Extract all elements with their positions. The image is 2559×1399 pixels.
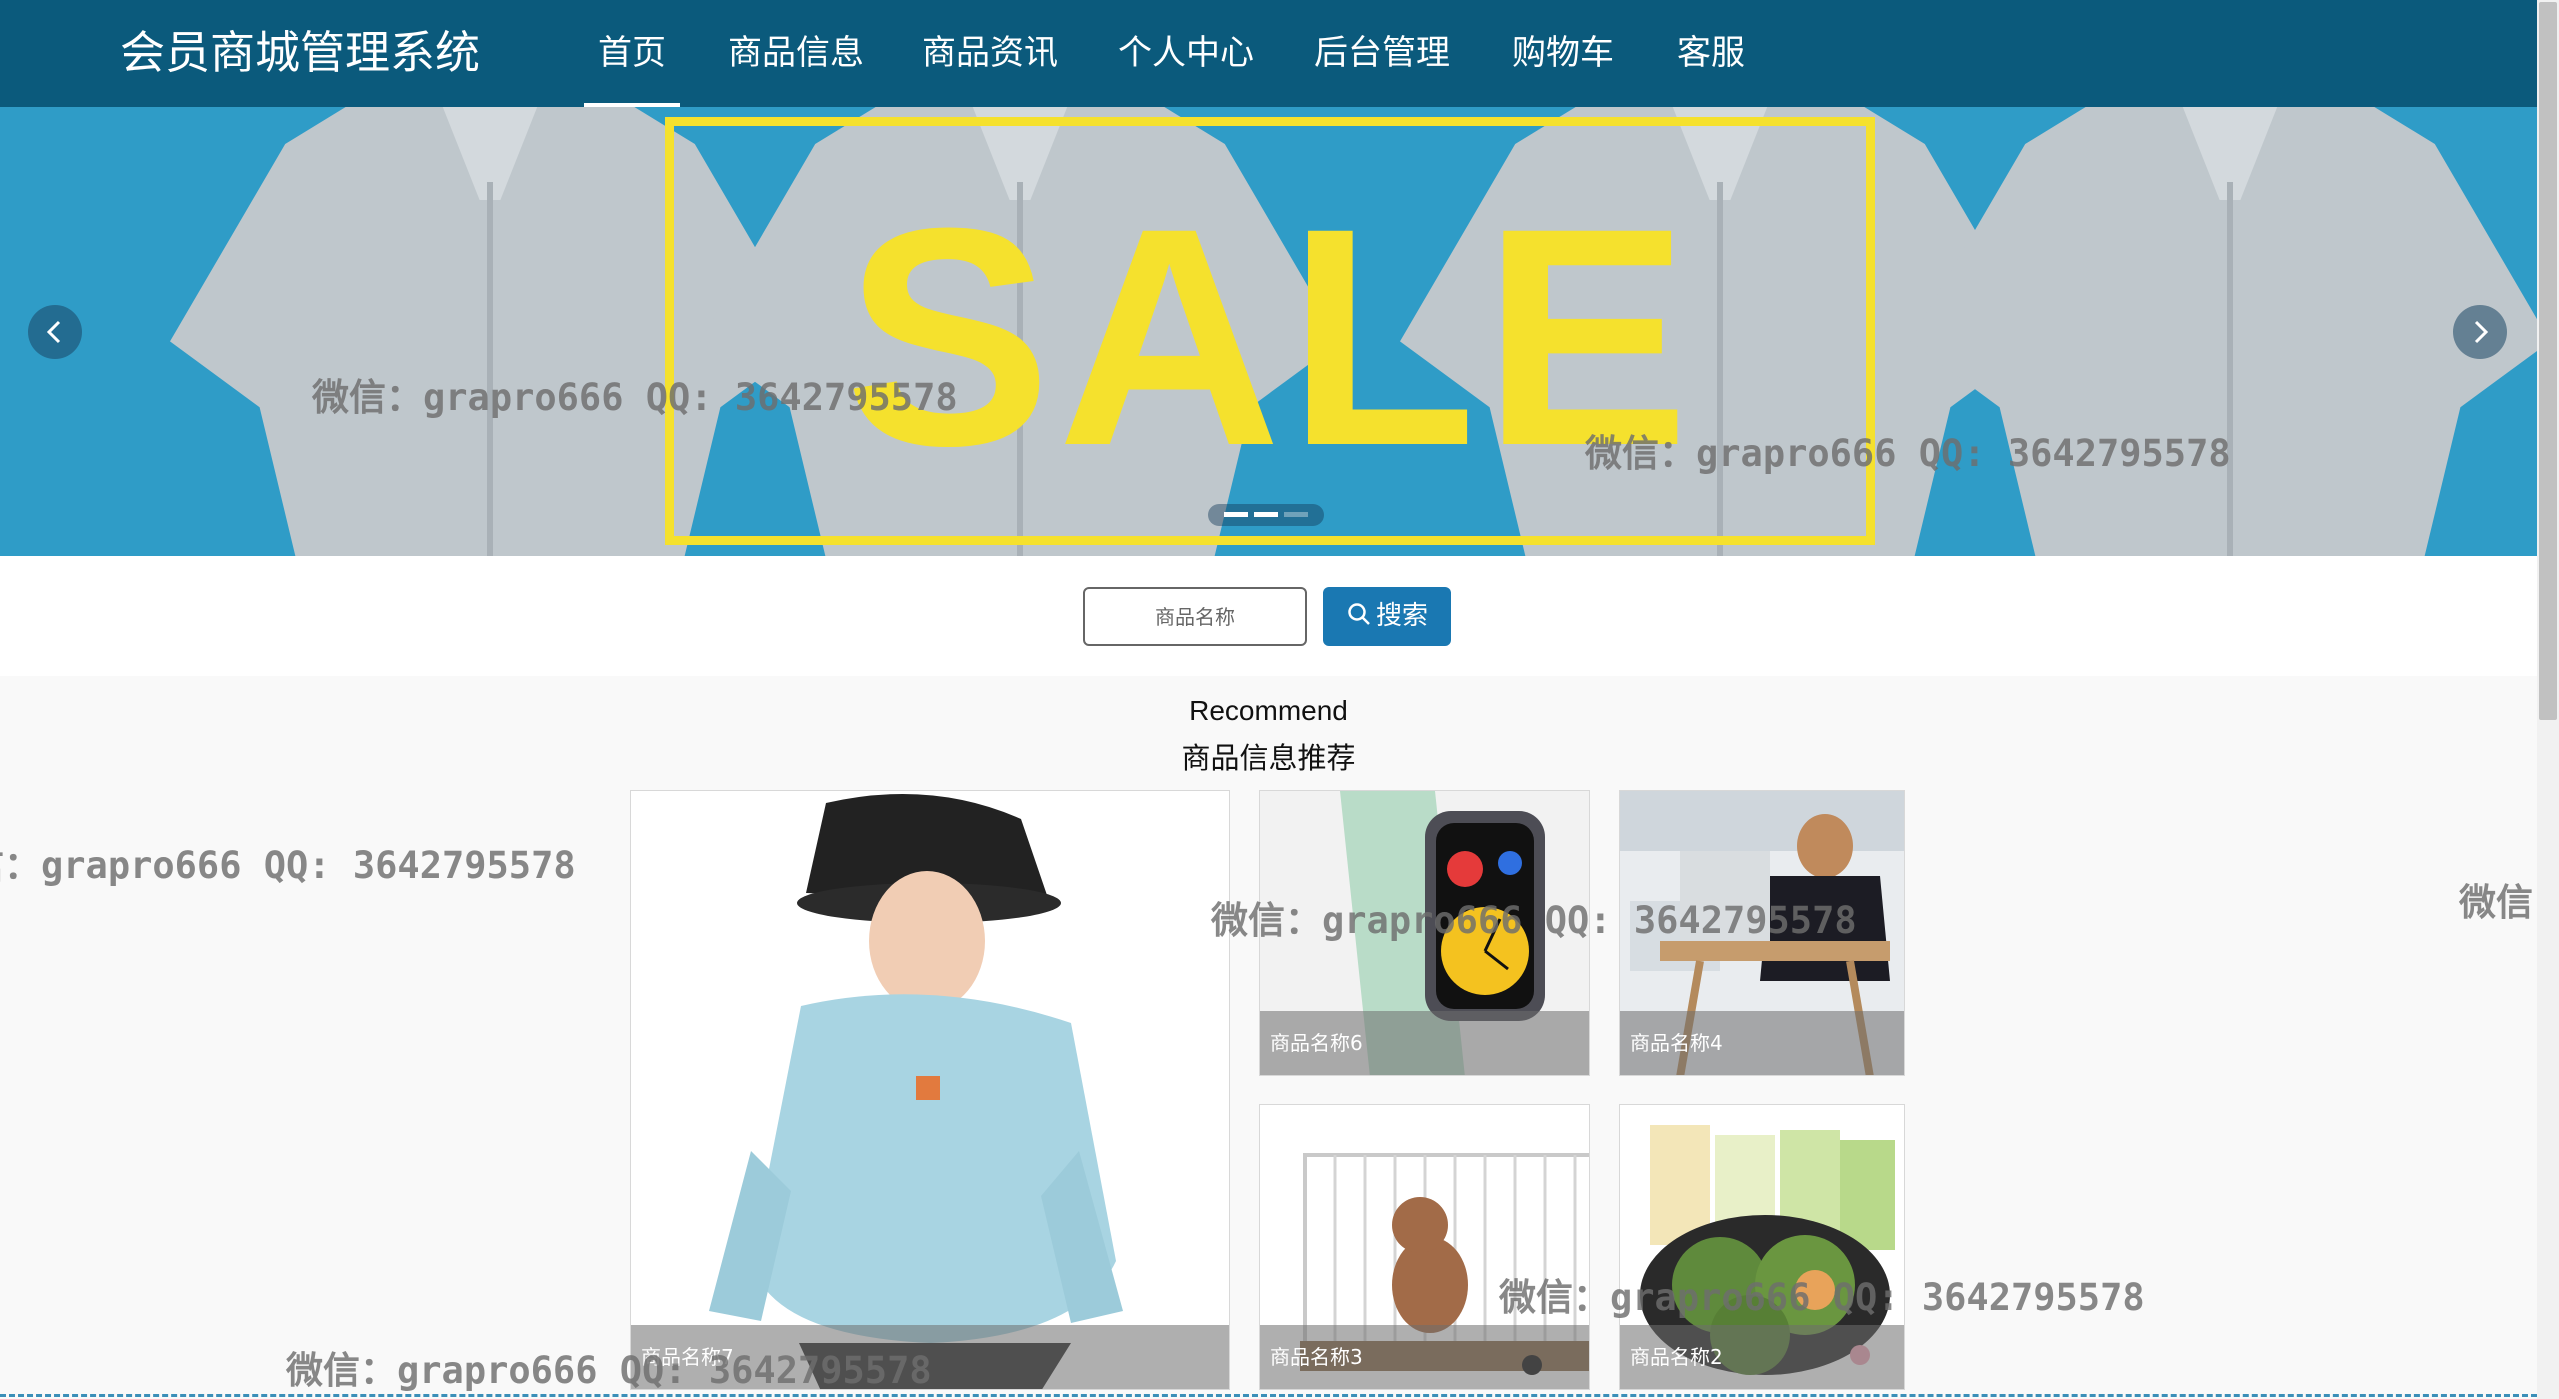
top-navbar: 会员商城管理系统 首页 商品信息 商品资讯 个人中心 后台管理 购物车 客服 [0,0,2537,107]
nav-item-admin[interactable]: 后台管理 [1312,0,1452,107]
search-icon [1346,590,1372,649]
site-title: 会员商城管理系统 [120,26,481,79]
scrollbar-thumb[interactable] [2539,2,2557,720]
carousel-dot-active[interactable] [1284,512,1308,517]
nav-item-product-news[interactable]: 商品资讯 [920,0,1060,107]
recommend-title-cn: 商品信息推荐 [1181,741,1356,775]
product-name: 商品名称3 [1260,1325,1589,1389]
watermark: 微信：grapro666 QQ: 3642795578 [1211,899,1857,942]
carousel-prev-button[interactable] [28,305,82,359]
product-name: 商品名称6 [1260,1011,1589,1075]
carousel-dot[interactable] [1254,512,1278,517]
banner-carousel[interactable]: SALE [0,107,2537,556]
watermark: 微信：grapro666 QQ: 3642795578 [1585,432,2231,475]
carousel-dot[interactable] [1224,512,1248,517]
section-divider [0,1394,2537,1399]
product-name: 商品名称2 [1620,1325,1904,1389]
recommend-title-en: Recommend [1189,695,1348,726]
product-card[interactable]: 商品名称2 [1619,1104,1905,1390]
carousel-next-button[interactable] [2453,305,2507,359]
hoodie-photo [631,791,1229,1389]
search-button[interactable]: 搜索 [1323,587,1451,646]
nav-item-personal-center[interactable]: 个人中心 [1116,0,1256,107]
watermark: 微信：grapro666 QQ: 3642795578 [312,376,958,419]
carousel-indicators [1208,504,1324,526]
product-card[interactable]: 商品名称3 [1259,1104,1590,1390]
watermark: 微信：grapro666 QQ: 3642795578 [286,1349,932,1392]
watermark: 微信：grapro666 QQ: 3642795578 [0,844,576,887]
nav-item-home[interactable]: 首页 [584,0,680,107]
banner-shirt-image [1910,107,2537,556]
nav-item-customer-service[interactable]: 客服 [1674,0,1748,107]
page: 会员商城管理系统 首页 商品信息 商品资讯 个人中心 后台管理 购物车 客服 S… [0,0,2559,1399]
nav-item-product-info[interactable]: 商品信息 [726,0,866,107]
watermark: 微信：grapro666 QQ: 3642795578 [1499,1276,2145,1319]
search-button-label: 搜索 [1375,601,1428,631]
product-name-search-input[interactable] [1083,587,1307,646]
chevron-right-icon [2474,320,2489,344]
product-card[interactable]: 商品名称7 [630,790,1230,1390]
chevron-left-icon [46,320,61,344]
nav-item-cart[interactable]: 购物车 [1510,0,1616,107]
product-name: 商品名称4 [1620,1011,1904,1075]
